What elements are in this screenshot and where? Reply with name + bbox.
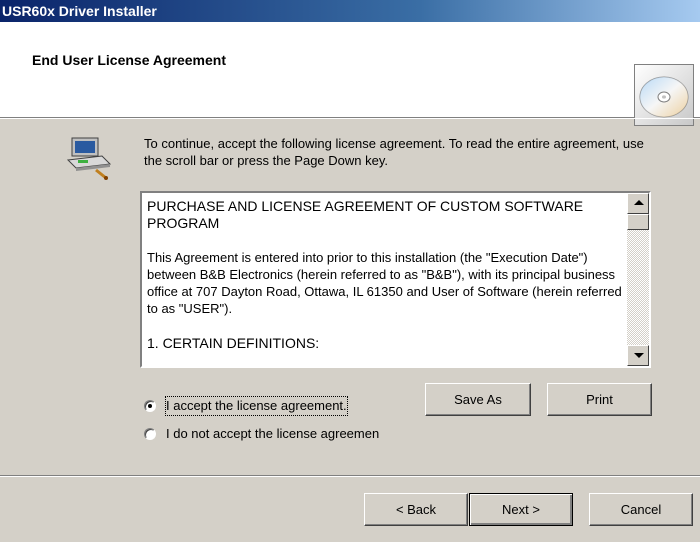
print-label: Print [586, 392, 613, 407]
radio-selected-dot [148, 404, 152, 408]
cancel-button[interactable]: Cancel [589, 493, 693, 526]
intro-text: To continue, accept the following licens… [144, 136, 644, 168]
arrow-down-icon [634, 353, 644, 358]
license-heading: PURCHASE AND LICENSE AGREEMENT OF CUSTOM… [147, 198, 584, 231]
scroll-up-button[interactable] [627, 193, 649, 214]
accept-label[interactable]: I accept the license agreement. [165, 396, 348, 416]
scroll-thumb[interactable] [627, 214, 649, 230]
next-label: Next > [502, 502, 540, 517]
license-text-content: PURCHASE AND LICENSE AGREEMENT OF CUSTOM… [147, 198, 622, 362]
arrow-up-icon [634, 200, 644, 205]
computer-setup-icon [66, 134, 116, 180]
license-section-1: 1. CERTAIN DEFINITIONS: [147, 334, 622, 352]
cancel-label: Cancel [620, 502, 662, 517]
back-label: < Back [395, 502, 437, 517]
title-bar[interactable]: USR60x Driver Installer [0, 0, 700, 22]
license-body: This Agreement is entered into prior to … [147, 250, 622, 316]
header-separator [0, 118, 700, 119]
decline-radio[interactable] [144, 428, 156, 440]
accept-radio[interactable] [144, 400, 156, 412]
wizard-header: End User License Agreement [0, 22, 700, 126]
back-button[interactable]: < Back [364, 493, 468, 526]
next-button[interactable]: Next > [469, 493, 573, 526]
license-scrollbar[interactable] [627, 193, 649, 366]
license-text-box[interactable]: PURCHASE AND LICENSE AGREEMENT OF CUSTOM… [140, 191, 651, 368]
window-title: USR60x Driver Installer [2, 3, 157, 19]
page-title: End User License Agreement [32, 52, 226, 68]
decline-label[interactable]: I do not accept the license agreemen [166, 425, 379, 443]
scroll-down-button[interactable] [627, 345, 649, 366]
save-as-label: Save As [454, 392, 502, 407]
cd-disc-icon [634, 64, 694, 126]
print-button[interactable]: Print [547, 383, 652, 416]
save-as-button[interactable]: Save As [425, 383, 531, 416]
footer-divider-highlight [0, 476, 700, 477]
